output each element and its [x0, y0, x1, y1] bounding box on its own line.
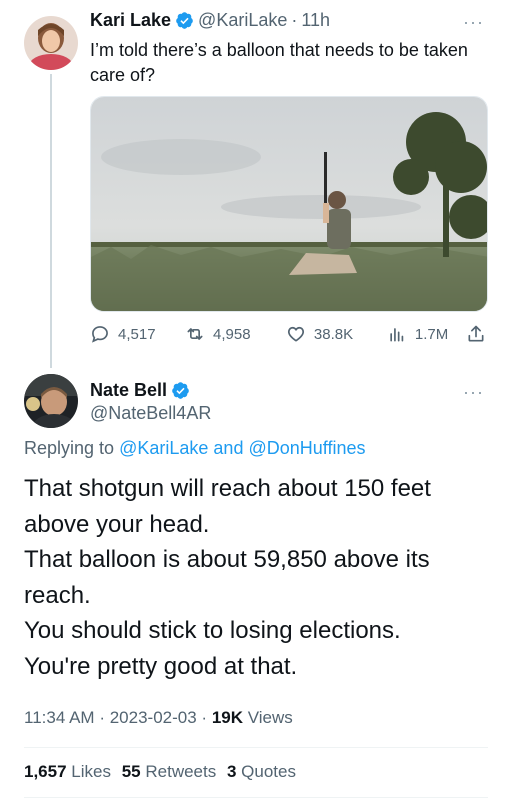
divider: [24, 747, 488, 748]
more-icon[interactable]: ···: [463, 382, 484, 403]
tweet2-text-line: That shotgun will reach about 150 feet: [24, 475, 431, 502]
like-count: 38.8K: [313, 325, 354, 343]
tweet2-author-name[interactable]: Nate Bell: [90, 380, 167, 401]
share-icon: [468, 325, 484, 342]
tweet2-author-handle[interactable]: @NateBell4AR: [90, 403, 211, 424]
views-icon: [390, 328, 404, 342]
likes-label: Likes: [71, 762, 111, 781]
tweet1-timestamp[interactable]: 11h: [301, 10, 330, 31]
divider: [24, 797, 488, 798]
tweet2-text-line: reach.: [24, 581, 91, 609]
meta-separator: ·: [99, 708, 105, 727]
quotes-stat[interactable]: 3 Quotes: [227, 762, 296, 781]
views-count: 1.7M: [414, 325, 449, 343]
verified-badge-icon: [176, 12, 193, 29]
retweet-icon: [187, 328, 203, 340]
replying-and[interactable]: and: [213, 438, 243, 458]
quotes-count: 3: [226, 762, 237, 781]
share-action[interactable]: [466, 324, 486, 344]
replying-prefix: Replying to: [24, 438, 115, 458]
retweets-count: 55: [121, 762, 141, 781]
reply-action[interactable]: 4,517: [90, 324, 175, 344]
tweet1-media-image[interactable]: [90, 96, 488, 312]
tweet2-metadata: 11:34 AM · 2023-02-03 · 19K Views: [24, 708, 293, 728]
retweets-stat[interactable]: 55 Retweets: [122, 762, 217, 781]
avatar-kari-lake[interactable]: [24, 16, 78, 70]
avatar-nate-bell[interactable]: [24, 374, 78, 428]
replying-to-line: Replying to @KariLake and @DonHuffines: [24, 438, 365, 459]
tweet2-text-line: You're pretty good at that.: [24, 652, 298, 680]
verified-badge-icon: [172, 382, 189, 399]
tweet2-text-line: You should stick to losing elections.: [24, 617, 401, 644]
tweet1-text: I’m told there’s a balloon that needs to…: [90, 40, 468, 85]
tweet1-author-name[interactable]: Kari Lake: [90, 10, 171, 31]
views-count: 19K: [211, 708, 244, 727]
mention-link-karilake[interactable]: @KariLake: [119, 438, 208, 458]
tweet2-text-line: above your head.: [24, 510, 210, 538]
thread-connector-line: [50, 74, 52, 368]
like-action[interactable]: 38.8K: [286, 324, 375, 344]
retweets-label: Retweets: [145, 762, 217, 781]
retweet-action[interactable]: 4,958: [185, 324, 280, 344]
tweet2-text-line: That balloon is about 59,850 above its: [24, 546, 430, 573]
views-action[interactable]: 1.7M: [387, 324, 466, 344]
reply-count: 4,517: [118, 325, 156, 343]
likes-stat[interactable]: 1,657 Likes: [24, 762, 111, 781]
retweet-count: 4,958: [213, 325, 251, 343]
tweet1-author-handle[interactable]: @KariLake: [198, 10, 287, 31]
engagement-stats: 1,657 Likes 55 Retweets 3 Quotes: [24, 762, 296, 782]
likes-count: 1,657: [24, 762, 67, 781]
tweet2-date[interactable]: 2023-02-03: [110, 708, 197, 727]
views-label: Views: [247, 708, 293, 727]
reply-icon: [92, 326, 108, 343]
tweet1-dot-separator: ·: [291, 10, 298, 30]
tweet2-text: That shotgun will reach about 150 feet a…: [24, 471, 494, 684]
mention-link-donhuffines[interactable]: @DonHuffines: [248, 438, 365, 458]
meta-separator: ·: [201, 708, 208, 727]
tweet2-time[interactable]: 11:34 AM: [24, 708, 95, 727]
quotes-label: Quotes: [241, 762, 296, 781]
more-icon[interactable]: ···: [463, 12, 484, 33]
like-icon: [287, 326, 304, 342]
